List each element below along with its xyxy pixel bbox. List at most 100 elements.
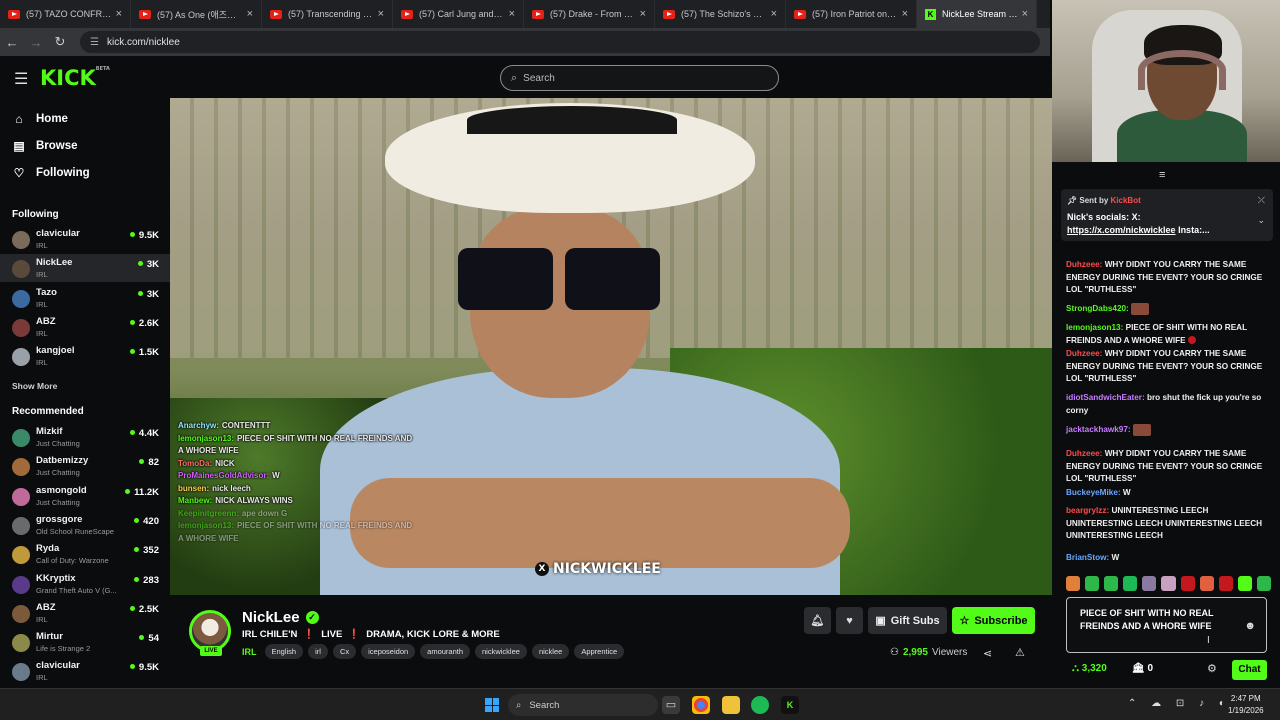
chat-collapse-icon[interactable]: ≡: [1159, 169, 1165, 181]
emote-icon[interactable]: [1104, 576, 1119, 591]
chat-input[interactable]: PIECE OF SHIT WITH NO REAL FREINDS AND A…: [1066, 597, 1267, 653]
reload-icon[interactable]: ↻: [48, 34, 72, 50]
bank-balance[interactable]: 🏦︎ 0: [1132, 663, 1153, 674]
gift-subs-button[interactable]: ▣ Gift Subs: [868, 607, 947, 634]
sidebar-channel-mizkif[interactable]: Mizkif Just Chatting 4.4K: [0, 423, 170, 451]
chrome-icon[interactable]: [692, 696, 710, 714]
emote-icon[interactable]: [1218, 576, 1233, 591]
sidebar-channel-asmongold[interactable]: asmongold Just Chatting 11.2K: [0, 482, 170, 510]
subscribe-button[interactable]: ☆ Subscribe: [952, 607, 1035, 634]
browser-tab[interactable]: (57) Drake - From Time ×: [524, 0, 655, 28]
close-tab-icon[interactable]: ×: [378, 8, 384, 20]
sidebar-channel-datbemizzy[interactable]: Datbemizzy Just Chatting 82: [0, 452, 170, 480]
chat-username[interactable]: Duhzeee:: [1066, 260, 1102, 269]
chat-username[interactable]: BrianStow:: [1066, 553, 1109, 562]
chat-username[interactable]: idiotSandwichEater:: [1066, 393, 1145, 402]
stream-tag[interactable]: iceposeidon: [361, 644, 416, 659]
follow-button[interactable]: ♥: [836, 607, 863, 634]
task-view-icon[interactable]: ▭: [662, 696, 680, 714]
chat-username[interactable]: StrongDabs420:: [1066, 304, 1129, 313]
browser-tab[interactable]: (57) Iron Patriot on Kill ×: [786, 0, 917, 28]
nav-following[interactable]: ♡ Following: [12, 166, 90, 180]
forward-icon[interactable]: →: [24, 35, 48, 50]
browser-tab[interactable]: K NickLee Stream - W ×: [917, 0, 1037, 28]
category-link[interactable]: IRL: [242, 647, 257, 657]
sidebar-channel-clavicular[interactable]: clavicular IRL 9.5K: [0, 225, 170, 253]
report-icon[interactable]: ⚠: [1015, 646, 1025, 659]
send-chat-button[interactable]: Chat: [1232, 660, 1267, 680]
video-player[interactable]: Anarchyw: CONTENTTT lemonjason13: PIECE OF …: [170, 98, 1052, 595]
sidebar-channel-mirtur[interactable]: Mirtur Life is Strange 2 54: [0, 628, 170, 656]
browser-tab[interactable]: (57) Carl Jung and the P ×: [393, 0, 524, 28]
search-input[interactable]: ⌕ Search: [500, 65, 779, 91]
sidebar-channel-nicklee[interactable]: NickLee IRL 3K: [0, 254, 170, 283]
emote-icon[interactable]: [1066, 576, 1081, 591]
show-more-button[interactable]: Show More: [12, 381, 57, 391]
taskbar-search[interactable]: ⌕ Search: [508, 694, 658, 716]
hamburger-menu-icon[interactable]: ☰: [14, 69, 28, 89]
start-button[interactable]: [485, 698, 499, 712]
chat-username[interactable]: Duhzeee:: [1066, 449, 1102, 458]
sidebar-channel-abz[interactable]: ABZ IRL 2.5K: [0, 599, 170, 627]
sidebar-channel-ryda[interactable]: Ryda Call of Duty: Warzone 352: [0, 540, 170, 568]
sidebar-channel-clavicular[interactable]: clavicular IRL 9.5K: [0, 657, 170, 685]
stream-tag[interactable]: Apprentice: [574, 644, 625, 659]
emoji-icon[interactable]: ☻: [1244, 620, 1256, 632]
file-explorer-icon[interactable]: [722, 696, 740, 714]
pinned-link[interactable]: https://x.com/nickwicklee: [1067, 225, 1176, 235]
site-info-icon[interactable]: ☰: [90, 37, 99, 48]
gear-icon[interactable]: ⚙: [1207, 662, 1217, 675]
emote-icon[interactable]: [1085, 576, 1100, 591]
stream-tag[interactable]: irl: [308, 644, 328, 659]
stream-tag[interactable]: nickwicklee: [475, 644, 527, 659]
browser-tab[interactable]: (57) TAZO CONFRONTS ×: [0, 0, 131, 28]
unpin-icon[interactable]: ⤫: [1258, 195, 1265, 206]
close-tab-icon[interactable]: ×: [1022, 8, 1028, 20]
emote-icon[interactable]: [1123, 576, 1138, 591]
sidebar-channel-tazo[interactable]: Tazo IRL 3K: [0, 284, 170, 312]
share-icon[interactable]: ⋖: [983, 647, 992, 660]
close-tab-icon[interactable]: ×: [116, 8, 122, 20]
stream-tag[interactable]: Cx: [332, 644, 357, 659]
stream-tag[interactable]: English: [264, 644, 304, 659]
close-tab-icon[interactable]: ×: [771, 8, 777, 20]
close-tab-icon[interactable]: ×: [509, 8, 515, 20]
chat-username[interactable]: Duhzeee:: [1066, 349, 1102, 358]
system-tray[interactable]: ⌃ ☁ ⊡ ♪ ◐: [1128, 698, 1231, 709]
streamer-name[interactable]: NickLee ✓: [242, 609, 319, 626]
chat-username[interactable]: BuckeyeMike:: [1066, 488, 1121, 497]
sidebar-channel-grossgore[interactable]: grossgore Old School RuneScape 420: [0, 511, 170, 539]
chevron-down-icon[interactable]: ⌄: [1257, 215, 1265, 226]
emote-icon[interactable]: [1199, 576, 1214, 591]
emote-icon[interactable]: [1180, 576, 1195, 591]
chat-username[interactable]: jacktackhawk97:: [1066, 425, 1131, 434]
browser-tab[interactable]: (57) Transcending Circu ×: [262, 0, 393, 28]
nav-home[interactable]: ⌂ Home: [12, 112, 68, 126]
clock[interactable]: 2:47 PM 1/19/2026: [1228, 693, 1264, 717]
sidebar-channel-kangjoel[interactable]: kangjoel IRL 1.5K: [0, 342, 170, 370]
emote-icon[interactable]: [1237, 576, 1252, 591]
chat-username[interactable]: lemonjason13:: [1066, 323, 1123, 332]
sidebar-channel-kkryptix[interactable]: KKryptix Grand Theft Auto V (G... 283: [0, 570, 170, 598]
spotify-icon[interactable]: [751, 696, 769, 714]
channel-points[interactable]: ⛬ 3,320: [1072, 663, 1107, 674]
close-tab-icon[interactable]: ×: [902, 8, 908, 20]
browser-tab[interactable]: (57) As One (애즈원) - L ×: [131, 0, 262, 28]
notifications-button[interactable]: 🔔︎: [804, 607, 831, 634]
browser-tab[interactable]: (57) The Schizo's Journe ×: [655, 0, 786, 28]
nav-browse[interactable]: ▤ Browse: [12, 139, 77, 153]
sidebar-channel-abz[interactable]: ABZ IRL 2.6K: [0, 313, 170, 341]
emote-icon[interactable]: [1142, 576, 1157, 591]
stream-tag[interactable]: nicklee: [531, 644, 570, 659]
chat-username[interactable]: beargrylzz:: [1066, 506, 1109, 515]
stream-tag[interactable]: amouranth: [420, 644, 471, 659]
close-tab-icon[interactable]: ×: [247, 8, 253, 20]
back-icon[interactable]: ←: [0, 35, 24, 50]
close-tab-icon[interactable]: ×: [640, 8, 646, 20]
emote-icon[interactable]: [1256, 576, 1272, 591]
kick-logo[interactable]: KICKBETA: [40, 66, 110, 90]
url-field[interactable]: ☰ kick.com/nicklee: [80, 31, 1040, 53]
pinned-message[interactable]: 📌︎ Sent by KickBot Nick's socials: X: ht…: [1061, 189, 1273, 241]
emote-icon[interactable]: [1161, 576, 1176, 591]
kick-app-icon[interactable]: K: [781, 696, 799, 714]
